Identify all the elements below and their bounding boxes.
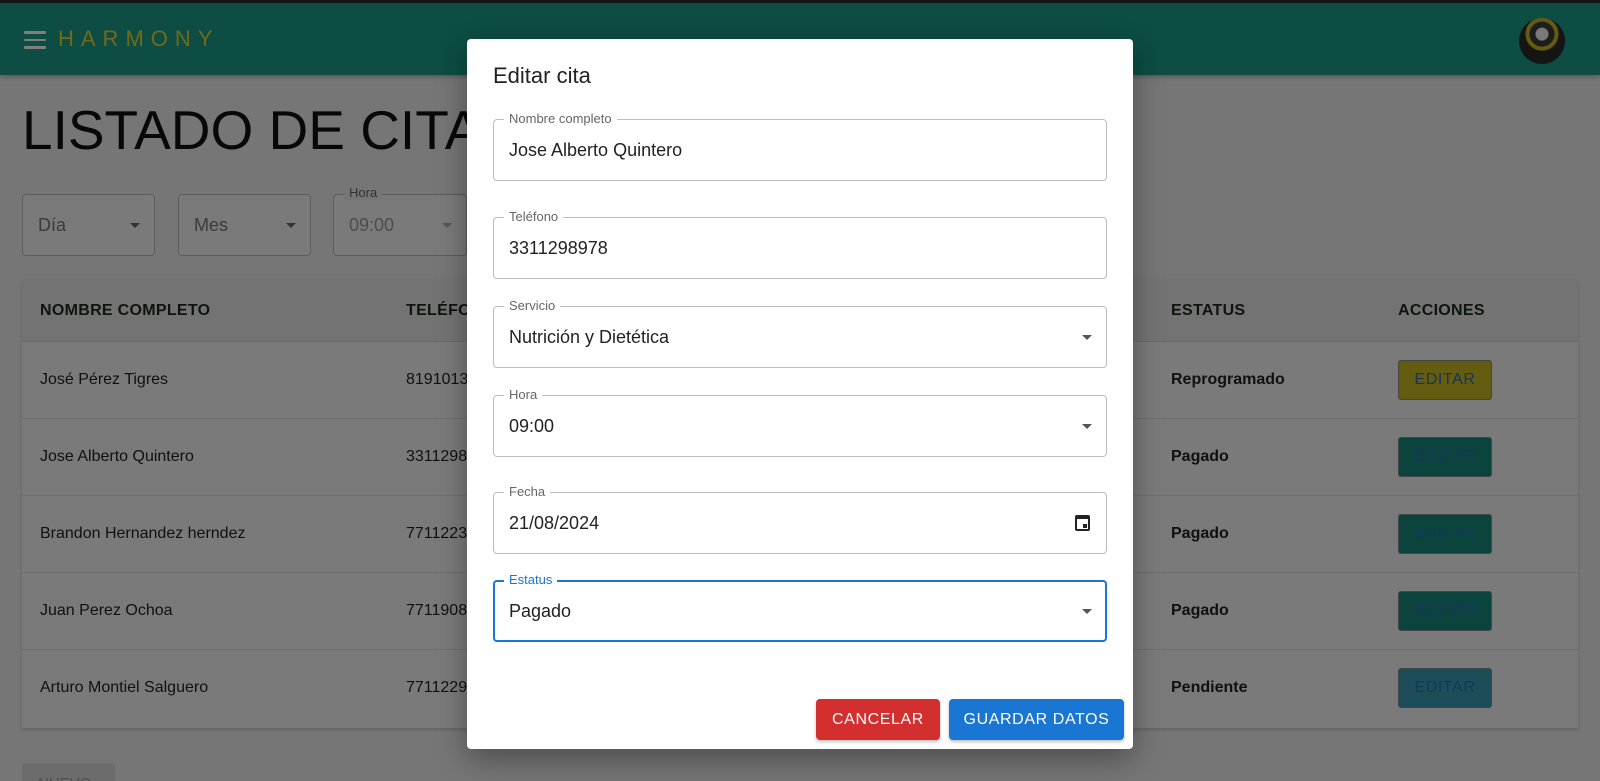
chevron-down-icon[interactable] <box>1082 335 1092 340</box>
status-select[interactable]: Estatus Pagado <box>493 572 1107 642</box>
status-label: Estatus <box>504 572 558 588</box>
cancel-button[interactable]: CANCELAR <box>816 699 940 740</box>
hour-value: 09:00 <box>509 416 555 436</box>
date-field[interactable]: Fecha 21/08/2024 <box>493 484 1107 554</box>
hour-select[interactable]: Hora 09:00 <box>493 387 1107 457</box>
dialog-title: Editar cita <box>493 63 591 88</box>
service-select[interactable]: Servicio Nutrición y Dietética <box>493 298 1107 368</box>
edit-appointment-dialog: Editar cita Nombre completo Jose Alberto… <box>467 39 1133 749</box>
date-label: Fecha <box>504 484 551 500</box>
status-value: Pagado <box>509 601 572 621</box>
full-name-field[interactable]: Nombre completo Jose Alberto Quintero <box>493 111 1107 181</box>
phone-field[interactable]: Teléfono 3311298978 <box>493 209 1107 279</box>
full-name-value: Jose Alberto Quintero <box>509 140 683 160</box>
phone-label: Teléfono <box>504 209 564 225</box>
date-value: 21/08/2024 <box>509 513 600 533</box>
full-name-label: Nombre completo <box>504 111 617 127</box>
chevron-down-icon[interactable] <box>1082 609 1092 614</box>
save-button[interactable]: GUARDAR DATOS <box>949 699 1124 740</box>
hour-label: Hora <box>504 387 543 403</box>
chevron-down-icon[interactable] <box>1082 424 1092 429</box>
calendar-icon[interactable] <box>1075 515 1090 531</box>
service-value: Nutrición y Dietética <box>509 327 670 347</box>
service-label: Servicio <box>504 298 561 314</box>
phone-value: 3311298978 <box>509 238 608 258</box>
